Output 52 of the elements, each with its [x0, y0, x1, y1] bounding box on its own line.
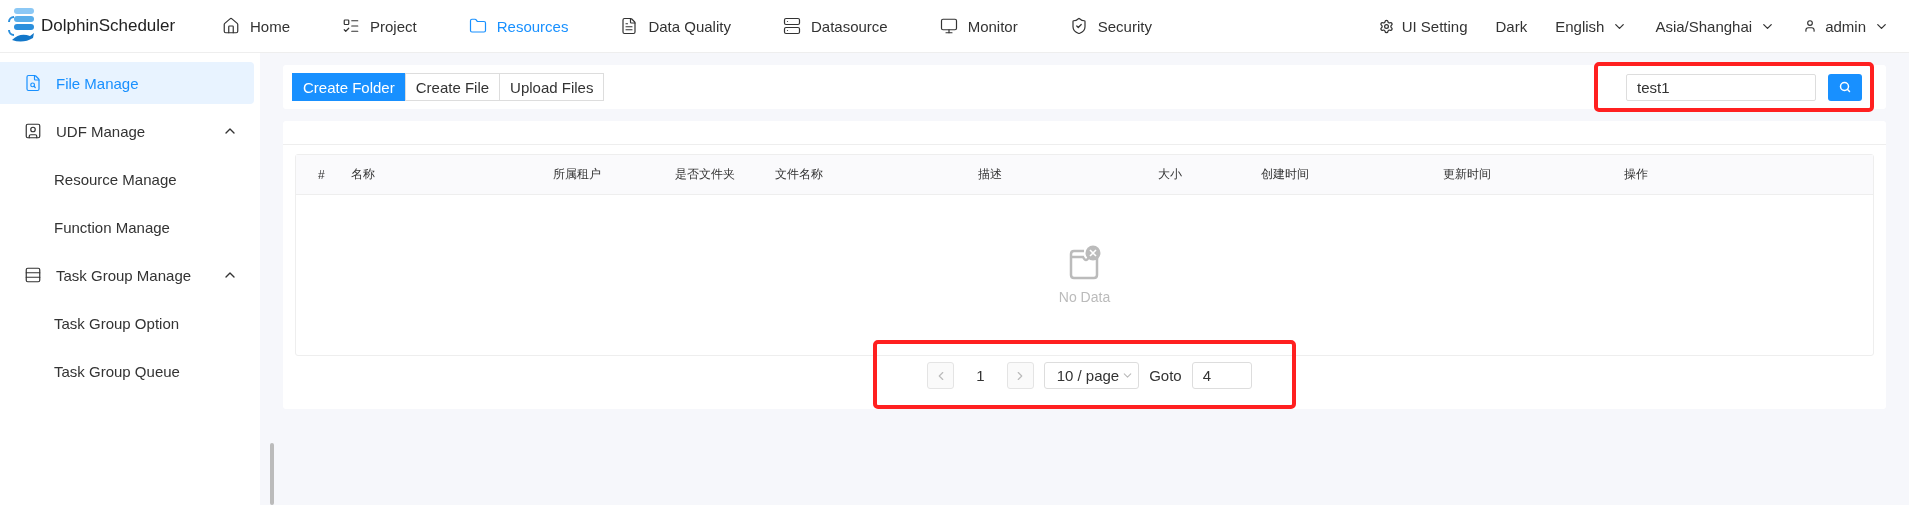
goto-field[interactable]: 4 [1191, 362, 1252, 389]
server-icon [782, 17, 801, 35]
monitor-icon [939, 17, 958, 35]
column-header: # [318, 167, 326, 182]
shield-icon [1069, 17, 1088, 35]
nav-tab[interactable]: Project [342, 17, 417, 35]
sidebar-subitem[interactable]: Task Group Queue [0, 350, 260, 392]
sidebar-subitem[interactable]: Function Manage [0, 206, 260, 248]
house-icon [222, 17, 240, 35]
column-header: 是否文件夹 [675, 166, 736, 184]
column-header: 创建时间 [1261, 166, 1310, 184]
column-header: 文件名称 [775, 166, 824, 184]
list-icon [342, 17, 360, 35]
goto-label: Goto [1149, 367, 1182, 384]
ui-setting-button[interactable]: UI Setting [1378, 17, 1468, 35]
column-header: 所属租户 [553, 166, 602, 184]
search-button[interactable] [1828, 73, 1862, 101]
toolbar-button[interactable]: Create File [404, 73, 501, 101]
theme-toggle[interactable]: Dark [1495, 17, 1528, 35]
nav-tab[interactable]: Datasource [782, 17, 888, 35]
page-number[interactable]: 1 [964, 367, 997, 384]
user-menu[interactable]: admin [1803, 17, 1889, 35]
column-header: 名称 [351, 166, 376, 184]
empty-text: No Data [1058, 289, 1111, 306]
column-header: 大小 [1158, 166, 1183, 184]
nav-tab[interactable]: Home [222, 17, 290, 35]
nav-tab[interactable]: Monitor [939, 17, 1018, 35]
scrollbar-thumb[interactable] [270, 443, 274, 505]
user-icon [1803, 19, 1818, 33]
language-select[interactable]: English [1555, 17, 1628, 35]
column-header: 更新时间 [1443, 166, 1492, 184]
nav-tab[interactable]: Security [1069, 17, 1152, 35]
empty-inbox-icon [1067, 245, 1102, 282]
sidebar-item[interactable]: UDF Manage [0, 110, 254, 152]
search-field[interactable]: test1 [1626, 73, 1816, 101]
column-header: 操作 [1624, 166, 1649, 184]
sidebar-subitem[interactable]: Task Group Option [0, 302, 260, 344]
folder-icon [468, 17, 487, 35]
nav-tab[interactable]: Data Quality [620, 17, 731, 35]
app-name: DolphinScheduler [41, 16, 176, 36]
file-search-icon [24, 74, 42, 92]
face-box-icon [24, 122, 42, 140]
search-icon [1839, 81, 1851, 93]
toolbar-button[interactable]: Upload Files [499, 73, 605, 101]
settings-icon [1378, 18, 1394, 34]
sidebar-subitem[interactable]: Resource Manage [0, 158, 260, 200]
document-icon [620, 17, 639, 35]
column-header: 描述 [978, 166, 1003, 184]
sidebar-item[interactable]: Task Group Manage [0, 254, 254, 296]
timezone-select[interactable]: Asia/Shanghai [1655, 17, 1776, 35]
rows-icon [24, 266, 42, 284]
page-size-select[interactable]: 10 / page [1043, 362, 1140, 389]
